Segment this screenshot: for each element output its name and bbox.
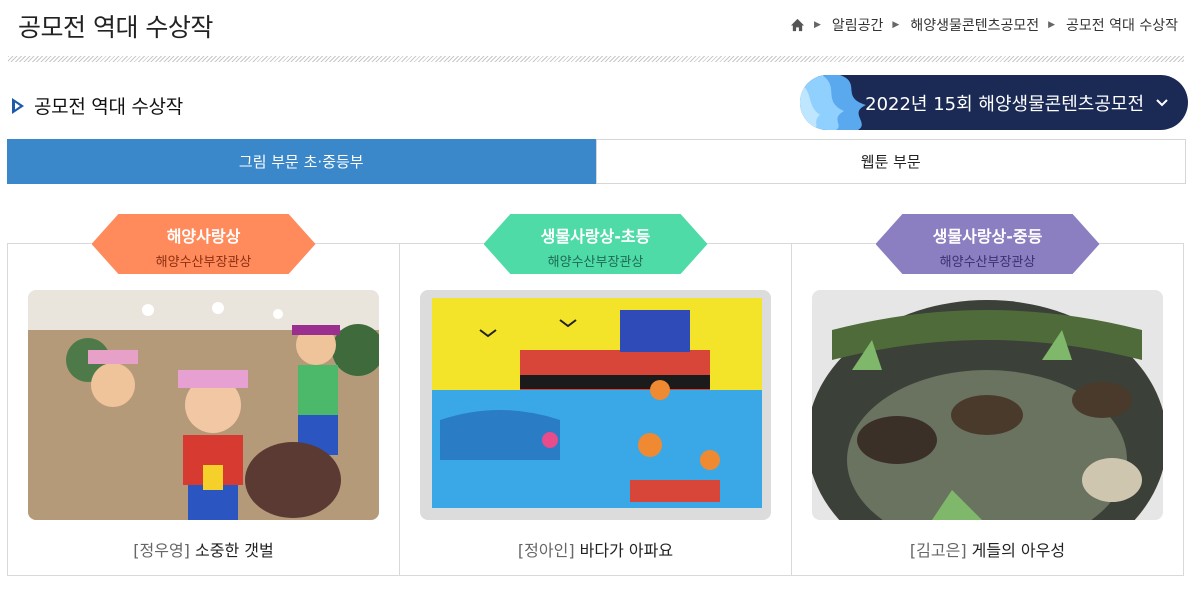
- artwork-caption[interactable]: [정우영] 소중한 갯벌: [8, 537, 399, 561]
- artwork-caption[interactable]: [김고은] 게들의 아우성: [792, 537, 1183, 561]
- award-list: 해양사랑상 해양수산부장관상 [정우영] 소중한 갯벌 생물사랑상-초등 해양수…: [7, 214, 1184, 576]
- header-divider: [8, 56, 1184, 62]
- artwork-thumbnail[interactable]: [28, 290, 379, 520]
- section-heading: 공모전 역대 수상작: [10, 92, 183, 119]
- category-tabs: 그림 부문 초·중등부 웹툰 부문: [7, 139, 1186, 184]
- artwork-thumbnail[interactable]: [812, 290, 1163, 520]
- breadcrumb-separator-icon: ▶: [1048, 20, 1056, 30]
- award-subtitle: 해양수산부장관상: [155, 255, 252, 270]
- award-title: 생물사랑상-초등: [540, 227, 651, 246]
- artwork-image-icon: [28, 290, 379, 520]
- play-bullet-icon: [12, 97, 24, 114]
- award-ribbon: 생물사랑상-중등 해양수산부장관상: [875, 214, 1100, 274]
- breadcrumb-item[interactable]: 알림공간: [832, 15, 884, 35]
- breadcrumb-item-current[interactable]: 공모전 역대 수상작: [1066, 15, 1178, 35]
- breadcrumb-separator-icon: ▶: [813, 20, 821, 30]
- breadcrumb-item[interactable]: 해양생물콘텐츠공모전: [910, 15, 1039, 35]
- year-select-dropdown[interactable]: 2022년 15회 해양생물콘텐츠공모전: [800, 75, 1188, 130]
- award-card[interactable]: 생물사랑상-중등 해양수산부장관상 [김고은] 게들의 아우성: [792, 214, 1183, 575]
- artwork-image-icon: [420, 290, 771, 520]
- artwork-title: 게들의 아우성: [971, 541, 1066, 560]
- breadcrumb-separator-icon: ▶: [892, 20, 900, 30]
- tab-webtoon[interactable]: 웹툰 부문: [595, 139, 1186, 184]
- award-title: 생물사랑상-중등: [932, 227, 1043, 246]
- page-title: 공모전 역대 수상작: [18, 13, 213, 42]
- artwork-thumbnail[interactable]: [420, 290, 771, 520]
- award-card[interactable]: 생물사랑상-초등 해양수산부장관상 [정아인] 바다가 아파요: [400, 214, 792, 575]
- award-subtitle: 해양수산부장관상: [547, 255, 644, 270]
- artist-name: [정아인]: [517, 541, 575, 560]
- award-card[interactable]: 해양사랑상 해양수산부장관상 [정우영] 소중한 갯벌: [8, 214, 400, 575]
- award-subtitle: 해양수산부장관상: [939, 255, 1036, 270]
- artist-name: [정우영]: [133, 541, 190, 560]
- breadcrumb: ▶ 알림공간 ▶ 해양생물콘텐츠공모전 ▶ 공모전 역대 수상작: [790, 15, 1178, 35]
- section-title: 공모전 역대 수상작: [34, 96, 183, 118]
- tab-drawing[interactable]: 그림 부문 초·중등부: [7, 139, 596, 184]
- home-icon[interactable]: [790, 18, 805, 32]
- artwork-title: 소중한 갯벌: [195, 541, 274, 560]
- award-ribbon: 생물사랑상-초등 해양수산부장관상: [483, 214, 708, 274]
- artwork-image-icon: [812, 290, 1163, 520]
- artwork-caption[interactable]: [정아인] 바다가 아파요: [400, 537, 791, 561]
- breadcrumb-home[interactable]: [790, 18, 805, 32]
- award-ribbon: 해양사랑상 해양수산부장관상: [91, 214, 316, 274]
- chevron-down-icon: [1156, 98, 1168, 106]
- year-select-label: 2022년 15회 해양생물콘텐츠공모전: [865, 93, 1144, 115]
- artwork-title: 바다가 아파요: [579, 541, 674, 560]
- artist-name: [김고은]: [909, 541, 967, 560]
- award-title: 해양사랑상: [166, 227, 241, 246]
